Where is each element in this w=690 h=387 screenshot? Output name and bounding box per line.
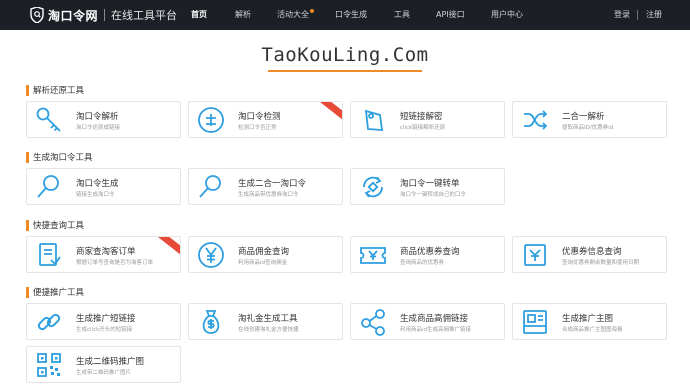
- card-description: 生成商品带优惠券淘口令: [238, 192, 299, 198]
- card-description: 根据订单号查询是否为淘客订单: [76, 260, 154, 266]
- section-marker: [26, 151, 29, 163]
- login-link[interactable]: 登录: [614, 0, 630, 30]
- nav-activities[interactable]: 活动大全: [277, 0, 314, 30]
- money-bag-icon: [202, 310, 220, 334]
- section-header-query: 快捷查询工具: [26, 219, 84, 231]
- hot-ribbon-badge: [154, 237, 180, 258]
- card-title: 淘口令生成: [76, 179, 119, 189]
- qrcode-icon: [37, 353, 61, 377]
- card-description: 查询优惠券剩余数量和使用日期: [562, 260, 640, 266]
- card-description: 检测口令否正常: [238, 125, 277, 131]
- register-link[interactable]: 注册: [646, 0, 662, 30]
- card-title: 淘口令解析: [76, 112, 119, 122]
- card-description: click链接解析还原: [400, 125, 446, 131]
- card-short-link-generate[interactable]: 生成推广短链接 生成click开头的短链接: [26, 303, 181, 340]
- card-title: 淘口令一键转单: [400, 179, 460, 189]
- brand-logo[interactable]: 淘口令网 在线工具平台: [30, 5, 177, 25]
- nav-api[interactable]: API接口: [436, 0, 465, 30]
- yen-coin-icon: [198, 242, 224, 268]
- card-title: 商家查淘客订单: [76, 247, 136, 257]
- card-code-check[interactable]: 淘口令检测 检测口令否正常: [188, 101, 343, 138]
- link-icon: [37, 313, 61, 331]
- verify-icon: [198, 107, 224, 133]
- card-two-in-one-parse[interactable]: 二合一解析 提取商品ID/优惠券id: [512, 101, 667, 138]
- site-title: TaoKouLing.Com: [261, 44, 429, 66]
- tag-icon: [364, 109, 384, 131]
- card-description: 在线创建淘礼金方便快捷: [238, 327, 299, 333]
- section-title: 生成淘口令工具: [33, 153, 93, 163]
- section-marker: [26, 84, 29, 96]
- section-title: 快捷查询工具: [33, 221, 85, 231]
- hot-ribbon-badge: [316, 102, 342, 123]
- magnifier-icon: [37, 175, 59, 198]
- document-icon: [39, 243, 61, 266]
- card-title: 生成二维码推广图: [76, 357, 145, 367]
- card-code-generate[interactable]: 淘口令生成 链接生成淘口令: [26, 168, 181, 205]
- coupon-icon: [524, 244, 546, 266]
- share-icon: [361, 309, 385, 336]
- card-title: 优惠券信息查询: [562, 247, 622, 257]
- brand-name: 淘口令网: [48, 8, 99, 23]
- card-title: 生成商品高佣链接: [400, 314, 469, 324]
- card-description: 生成click开头的短链接: [76, 327, 133, 333]
- card-coupon-info-query[interactable]: 优惠券信息查询 查询优惠券剩余数量和使用日期: [512, 236, 667, 273]
- card-description: 利用商品id查询佣金: [238, 260, 288, 266]
- new-dot-icon: [310, 9, 314, 13]
- card-commission-query[interactable]: 商品佣金查询 利用商品id查询佣金: [188, 236, 343, 273]
- card-description: 生成带二维码推广图片: [76, 370, 132, 376]
- card-description: 链接生成淘口令: [76, 192, 115, 198]
- card-title: 淘礼金生成工具: [238, 314, 298, 324]
- image-icon: [523, 310, 547, 334]
- section-header-promote: 便捷推广工具: [26, 286, 84, 298]
- shuffle-icon: [524, 110, 548, 130]
- card-title: 商品优惠券查询: [400, 247, 460, 257]
- card-short-link-decode[interactable]: 短链接解密 click链接解析还原: [350, 101, 505, 138]
- card-title: 淘口令检测: [238, 112, 281, 122]
- shield-logo-icon: [30, 7, 44, 23]
- card-title: 商品佣金查询: [238, 247, 290, 257]
- section-header-generate: 生成淘口令工具: [26, 151, 93, 163]
- card-title: 短链接解密: [400, 112, 443, 122]
- card-main-image-generate[interactable]: 生成推广主图 合成商品推广主图图海报: [512, 303, 667, 340]
- card-order-query[interactable]: 商家查淘客订单 根据订单号查询是否为淘客订单: [26, 236, 181, 273]
- brand-tagline: 在线工具平台: [111, 9, 178, 22]
- card-product-coupon-query[interactable]: 商品优惠券查询 查询商品的优惠券: [350, 236, 505, 273]
- auth-divider: [637, 10, 638, 20]
- card-code-parse[interactable]: 淘口令解析 淘口令还原成链接: [26, 101, 181, 138]
- card-title: 二合一解析: [562, 112, 605, 122]
- card-title: 生成推广短链接: [76, 314, 136, 324]
- nav-user-center[interactable]: 用户中心: [491, 0, 523, 30]
- card-two-in-one-generate[interactable]: 生成二合一淘口令 生成商品带优惠券淘口令: [188, 168, 343, 205]
- section-title: 解析还原工具: [33, 86, 85, 96]
- top-navigation-bar: 淘口令网 在线工具平台 首页 解析 活动大全 口令生成 工具 API接口 用户中…: [0, 0, 690, 30]
- section-marker: [26, 219, 29, 231]
- card-title: 生成二合一淘口令: [238, 179, 307, 189]
- section-header-parse: 解析还原工具: [26, 84, 84, 96]
- card-description: 利用商品id生成高佣推广链接: [400, 327, 472, 333]
- nav-code-generate[interactable]: 口令生成: [335, 0, 367, 30]
- nav-parse[interactable]: 解析: [235, 0, 251, 30]
- section-title: 便捷推广工具: [33, 288, 85, 298]
- card-high-commission-link[interactable]: 生成商品高佣链接 利用商品id生成高佣推广链接: [350, 303, 505, 340]
- card-qrcode-image-generate[interactable]: 生成二维码推广图 生成带二维码推广图片: [26, 346, 181, 383]
- card-gift-money-tool[interactable]: 淘礼金生成工具 在线创建淘礼金方便快捷: [188, 303, 343, 340]
- brand-divider: [104, 9, 106, 21]
- card-code-convert[interactable]: 淘口令一键转单 淘口令一键转成自己的口令: [350, 168, 505, 205]
- magnifier-icon: [199, 175, 221, 198]
- card-description: 淘口令还原成链接: [76, 125, 121, 131]
- nav-tools[interactable]: 工具: [394, 0, 410, 30]
- refresh-icon: [363, 176, 383, 198]
- section-marker: [26, 286, 29, 298]
- card-description: 查询商品的优惠券: [400, 260, 445, 266]
- nav-home[interactable]: 首页: [191, 0, 207, 30]
- card-title: 生成推广主图: [562, 314, 614, 324]
- title-underline: [268, 70, 422, 72]
- card-description: 淘口令一键转成自己的口令: [400, 192, 467, 198]
- card-description: 合成商品推广主图图海报: [562, 327, 623, 333]
- card-description: 提取商品ID/优惠券id: [562, 125, 614, 131]
- key-icon: [36, 107, 61, 132]
- nav-activities-label: 活动大全: [277, 10, 309, 19]
- ticket-icon: [360, 247, 386, 264]
